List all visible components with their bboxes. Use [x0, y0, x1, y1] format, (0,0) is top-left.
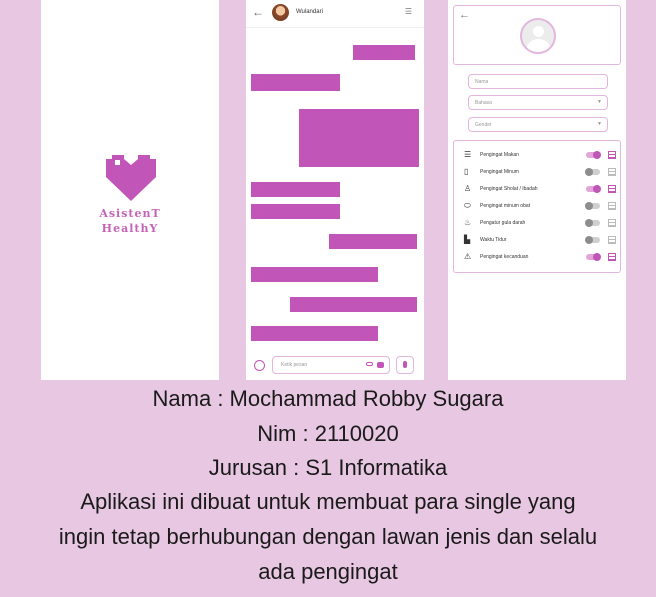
caption-major: Jurusan : S1 Informatika	[208, 455, 448, 480]
chat-screen: ← Wulandari ☰ Ketik pesan	[246, 0, 424, 380]
calendar-icon[interactable]	[608, 219, 616, 227]
reminder-row-sholat[interactable]: ♙ Pengingat Sholat / Ibadah	[462, 184, 618, 196]
prayer-icon: ♙	[464, 184, 472, 193]
reminder-label: Waktu Tidur	[480, 237, 507, 243]
caption-name: Nama : Mochammad Robby Sugara	[152, 386, 504, 411]
reminder-row-gula-darah[interactable]: ♨ Pengatur gula darah	[462, 218, 618, 230]
avatar[interactable]	[272, 4, 289, 21]
profile-photo[interactable]	[520, 18, 556, 54]
arrow-left-icon[interactable]: ←	[252, 5, 264, 19]
reminder-toggle[interactable]	[585, 219, 600, 227]
glass-icon: ▯	[464, 167, 469, 176]
food-icon: ☰	[464, 150, 472, 159]
chevron-down-icon: ▼	[597, 121, 602, 127]
reminder-row-makan[interactable]: ☰ Pengingat Makan	[462, 150, 618, 162]
message-bubble	[353, 45, 415, 60]
chat-header: ← Wulandari ☰	[246, 0, 424, 28]
calendar-icon[interactable]	[608, 236, 616, 244]
splash-screen: AsistenT HealthY	[41, 0, 219, 380]
calendar-icon[interactable]	[608, 253, 616, 261]
reminder-toggle[interactable]	[586, 253, 601, 261]
addiction-icon: ⚠	[464, 252, 472, 261]
bed-icon: ▙	[464, 235, 471, 244]
emoji-icon[interactable]	[254, 360, 265, 371]
camera-icon[interactable]	[377, 362, 384, 368]
chevron-down-icon: ▼	[597, 99, 602, 105]
reminder-toggle[interactable]	[585, 202, 600, 210]
reminder-label: Pengatur gula darah	[480, 220, 526, 226]
calendar-icon[interactable]	[608, 185, 616, 193]
name-field-label: Nama	[475, 79, 489, 85]
user-head-icon	[533, 26, 544, 37]
reminder-row-minum[interactable]: ▯ Pengingat Minum	[462, 167, 618, 179]
reminder-row-kecanduan[interactable]: ⚠ Pengingat kecanduan	[462, 252, 618, 264]
profile-header-card: ←	[453, 5, 621, 65]
caption-description-line1: Aplikasi ini dibuat untuk membuat para s…	[80, 489, 576, 514]
message-list[interactable]	[246, 29, 424, 349]
blood-sugar-icon: ♨	[464, 218, 472, 227]
brand-name-line2: HealthY	[101, 222, 159, 235]
attach-icon[interactable]	[366, 362, 373, 366]
profile-screen: ← Nama Bahasa ▼ Gender ▼ ☰ Pengingat Mak…	[448, 0, 626, 380]
message-bubble	[290, 297, 417, 312]
reminder-label: Pengingat Minum	[480, 169, 519, 175]
reminder-row-obat[interactable]: ⬭ Pengingat minum obat	[462, 201, 618, 213]
reminder-list: ☰ Pengingat Makan ▯ Pengingat Minum ♙ Pe…	[453, 140, 621, 273]
reminder-row-tidur[interactable]: ▙ Waktu Tidur	[462, 235, 618, 247]
language-select[interactable]: Bahasa ▼	[468, 95, 608, 110]
pill-icon: ⬭	[464, 201, 471, 210]
message-bubble	[251, 74, 340, 91]
user-body-icon	[527, 39, 550, 52]
message-bubble	[329, 234, 417, 249]
contact-name[interactable]: Wulandari	[296, 9, 323, 15]
arrow-left-icon[interactable]: ←	[459, 9, 470, 21]
message-input-placeholder: Ketik pesan	[281, 362, 308, 368]
reminder-label: Pengingat Makan	[480, 152, 519, 158]
message-bubble	[299, 109, 419, 167]
message-input[interactable]: Ketik pesan	[272, 356, 390, 374]
gender-select-label: Gender	[475, 122, 492, 128]
menu-icon[interactable]: ☰	[405, 7, 412, 16]
name-field[interactable]: Nama	[468, 74, 608, 89]
reminder-label: Pengingat Sholat / Ibadah	[480, 186, 538, 192]
chat-input-bar: Ketik pesan	[246, 352, 424, 380]
calendar-icon[interactable]	[608, 168, 616, 176]
message-bubble	[251, 182, 340, 197]
message-bubble	[251, 326, 378, 341]
message-bubble	[251, 267, 378, 282]
microphone-button[interactable]	[396, 356, 414, 374]
heart-logo-icon	[106, 155, 156, 201]
caption-description-line3: ada pengingat	[258, 559, 398, 584]
brand-name-line1: AsistenT	[99, 207, 161, 220]
gender-select[interactable]: Gender ▼	[468, 117, 608, 132]
caption-description-line2: ingin tetap berhubungan dengan lawan jen…	[58, 524, 598, 549]
reminder-toggle[interactable]	[585, 168, 600, 176]
reminder-label: Pengingat minum obat	[480, 203, 531, 209]
language-select-label: Bahasa	[475, 100, 492, 106]
calendar-icon[interactable]	[608, 202, 616, 210]
reminder-toggle[interactable]	[586, 151, 601, 159]
reminder-label: Pengingat kecanduan	[480, 254, 529, 260]
reminder-toggle[interactable]	[585, 236, 600, 244]
calendar-icon[interactable]	[608, 151, 616, 159]
reminder-toggle[interactable]	[586, 185, 601, 193]
message-bubble	[251, 204, 340, 219]
caption-nim: Nim : 2110020	[257, 421, 399, 446]
